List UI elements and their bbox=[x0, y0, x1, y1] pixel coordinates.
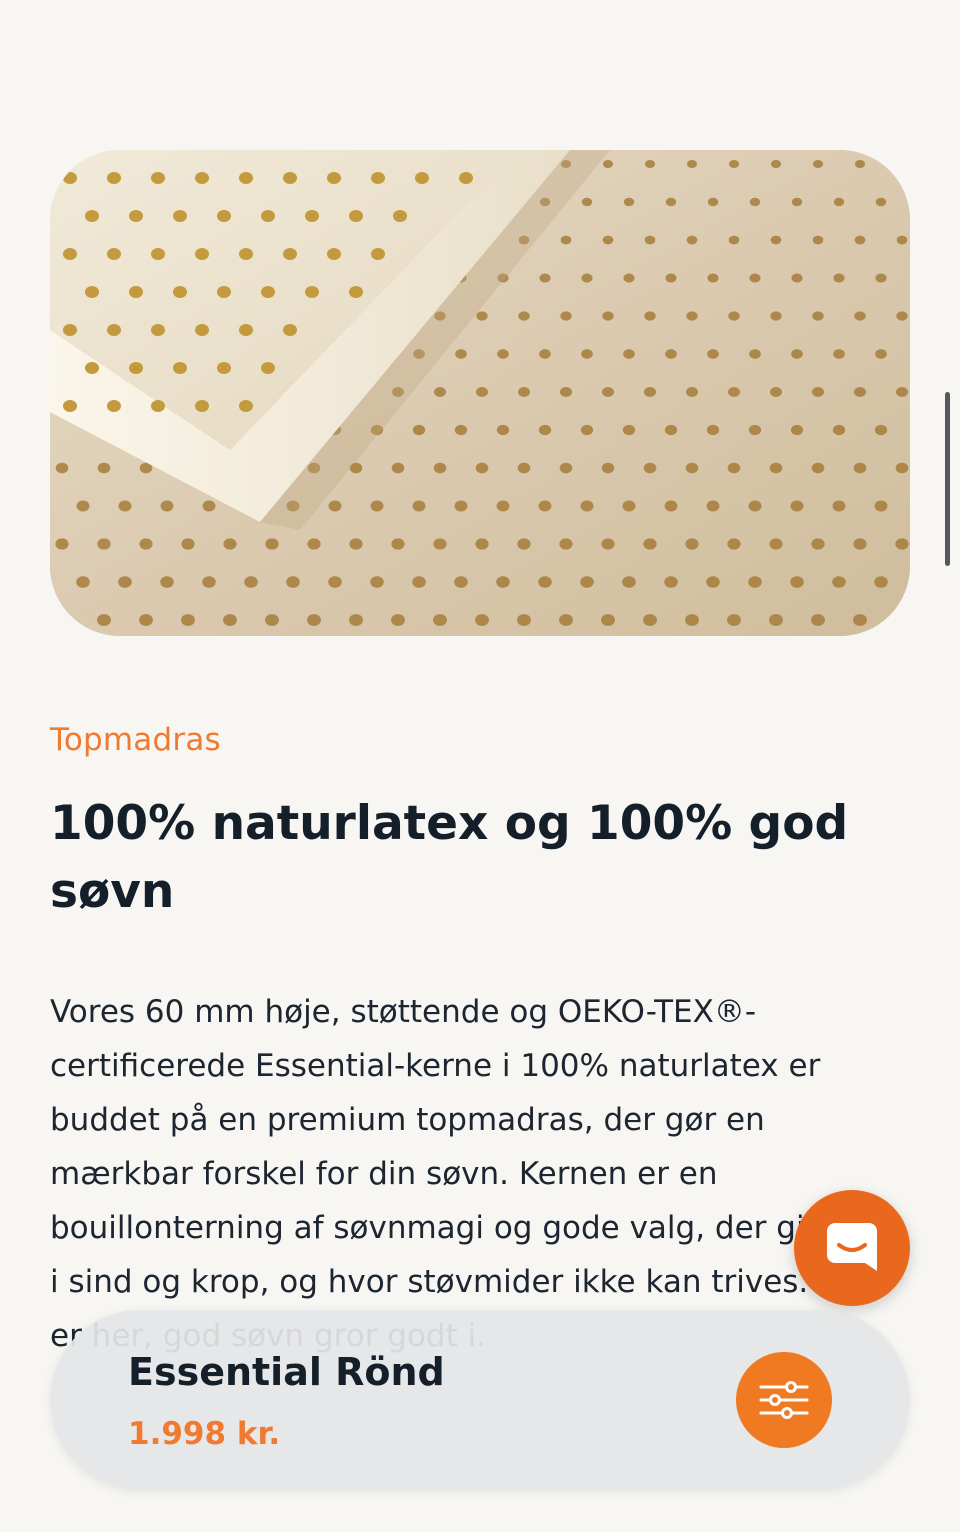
page-title: 100% naturlatex og 100% god søvn bbox=[50, 796, 849, 919]
category-label: Topmadras bbox=[50, 722, 221, 758]
scrollbar[interactable] bbox=[945, 392, 950, 566]
product-name: Essential Rönd bbox=[128, 1350, 445, 1394]
chat-launcher-button[interactable] bbox=[794, 1190, 910, 1306]
sticky-product-bar: Essential Rönd 1.998 kr. bbox=[50, 1310, 910, 1490]
sliders-icon bbox=[759, 1381, 809, 1419]
chat-icon bbox=[827, 1223, 877, 1271]
hero-image bbox=[50, 150, 910, 636]
product-description: Vores 60 mm høje, støttende og OEKO-TEX®… bbox=[50, 994, 896, 1354]
product-price: 1.998 kr. bbox=[128, 1416, 281, 1452]
latex-topper-illustration bbox=[50, 150, 910, 636]
options-button[interactable] bbox=[736, 1352, 832, 1448]
